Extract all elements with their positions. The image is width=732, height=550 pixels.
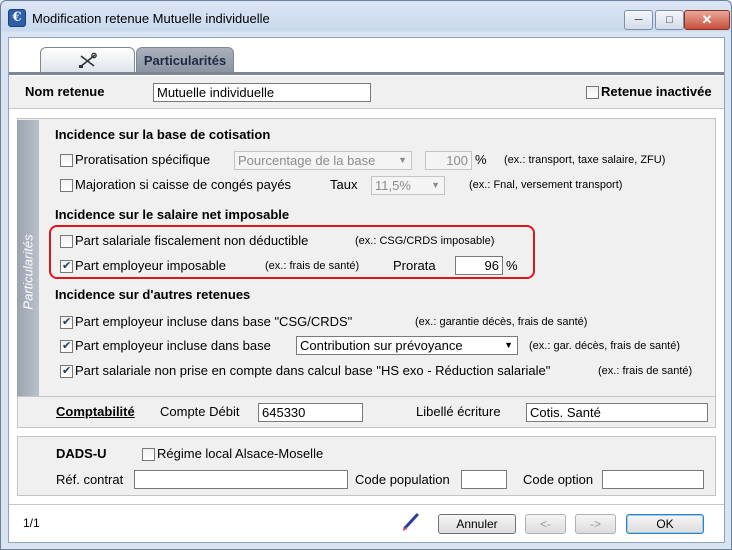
compte-debit-input[interactable]: 645330 [258,403,363,422]
footer-divider [9,504,724,505]
code-option-input[interactable] [602,470,704,489]
tab-particularites[interactable]: Particularités [136,47,234,73]
dads-section: DADS-U Régime local Alsace-Moselle Réf. … [17,436,716,496]
employeur-base-label: Part employeur incluse dans base [75,338,271,353]
tab-general[interactable] [40,47,135,73]
employeur-base-hint: (ex.: gar. décès, frais de santé) [529,340,681,352]
regime-alsace-label: Régime local Alsace-Moselle [157,446,324,461]
hs-exo-label: Part salariale non prise en compte dans … [75,363,551,378]
page-indicator: 1/1 [23,516,40,530]
regime-alsace-checkbox[interactable] [142,448,155,461]
code-population-input[interactable] [461,470,507,489]
tab-particularites-label: Particularités [143,53,227,68]
proratisation-value-input[interactable]: 100 [425,151,472,170]
majoration-checkbox[interactable] [60,179,73,192]
comptabilite-title[interactable]: Comptabilité [56,404,135,419]
comptabilite-section: Comptabilité Compte Débit 645330 Libellé… [17,396,716,428]
dialog-window: € Modification retenue Mutuelle individu… [0,0,732,550]
proratisation-select-value: Pourcentage de la base [238,153,376,168]
nom-retenue-input[interactable]: Mutuelle individuelle [153,83,371,102]
minimize-button[interactable]: ─ [624,10,653,30]
proratisation-select[interactable]: Pourcentage de la base ▼ [234,151,412,170]
window-title: Modification retenue Mutuelle individuel… [32,11,270,26]
proratisation-unit: % [475,152,487,167]
proratisation-hint: (ex.: transport, taxe salaire, ZFU) [504,154,666,166]
part-salariale-hint: (ex.: CSG/CRDS imposable) [355,235,495,247]
employeur-base-select-value: Contribution sur prévoyance [300,338,463,353]
libelle-ecriture-input[interactable]: Cotis. Santé [526,403,708,422]
autres-retenues-title: Incidence sur d'autres retenues [55,287,251,302]
dialog-client: Particularités Nom retenue Mutuelle indi… [8,37,725,543]
retenue-inactivee-label: Retenue inactivée [601,84,712,99]
compte-debit-label: Compte Débit [160,404,240,419]
app-icon: € [8,9,26,27]
csg-crds-hint: (ex.: garantie décès, frais de santé) [415,316,588,328]
hs-exo-checkbox[interactable] [60,365,73,378]
maximize-button[interactable]: □ [655,10,684,30]
prorata-label: Prorata [393,258,436,273]
chevron-down-icon: ▼ [398,155,407,165]
prorata-unit: % [506,258,518,273]
header-band: Nom retenue Mutuelle individuelle Retenu… [9,75,724,109]
part-employeur-imposable-label: Part employeur imposable [75,258,227,273]
previous-button[interactable]: <- [525,514,566,534]
retenue-inactivee-checkbox[interactable] [586,86,599,99]
proratisation-label: Proratisation spécifique [75,152,211,167]
cancel-button[interactable]: Annuler [438,514,516,534]
chevron-down-icon: ▼ [504,340,513,350]
libelle-ecriture-label: Libellé écriture [416,404,501,419]
ok-button[interactable]: OK [626,514,704,534]
salaire-net-title: Incidence sur le salaire net imposable [55,207,290,222]
ref-contrat-label: Réf. contrat [56,472,124,487]
prorata-input[interactable]: 96 [455,256,503,275]
edit-pencil-icon[interactable] [401,512,421,532]
code-population-label: Code population [355,472,450,487]
nom-retenue-label: Nom retenue [25,84,105,99]
csg-crds-checkbox[interactable] [60,316,73,329]
taux-label: Taux [330,177,358,192]
majoration-hint: (ex.: Fnal, versement transport) [469,179,623,191]
part-employeur-imposable-hint: (ex.: frais de santé) [265,260,360,272]
csg-crds-label: Part employeur incluse dans base "CSG/CR… [75,314,353,329]
part-salariale-checkbox[interactable] [60,235,73,248]
majoration-label: Majoration si caisse de congés payés [75,177,292,192]
taux-select-value: 11,5% [375,178,411,193]
base-cotisation-title: Incidence sur la base de cotisation [55,127,271,142]
part-salariale-label: Part salariale fiscalement non déductibl… [75,233,309,248]
close-button[interactable]: ✕ [684,10,730,30]
proratisation-checkbox[interactable] [60,154,73,167]
employeur-base-select[interactable]: Contribution sur prévoyance ▼ [296,336,518,355]
dads-title: DADS-U [56,446,107,461]
next-button[interactable]: -> [575,514,616,534]
hs-exo-hint: (ex.: frais de santé) [598,365,693,377]
title-bar[interactable]: € Modification retenue Mutuelle individu… [1,1,731,37]
sidebar-label: Particularités [20,234,36,310]
chevron-down-icon: ▼ [431,180,440,190]
part-employeur-imposable-checkbox[interactable] [60,260,73,273]
employeur-base-checkbox[interactable] [60,340,73,353]
code-option-label: Code option [523,472,594,487]
tools-icon [79,52,97,68]
ref-contrat-input[interactable] [134,470,348,489]
section-sidebar: Particularités [17,120,39,424]
taux-select[interactable]: 11,5% ▼ [371,176,445,195]
